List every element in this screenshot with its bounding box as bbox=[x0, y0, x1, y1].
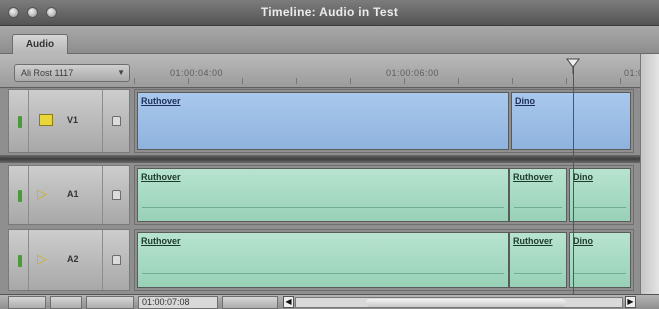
track-lane-a2[interactable]: Ruthover Ruthover Dino bbox=[134, 229, 634, 291]
track-header-a2: ▷ A2 bbox=[8, 229, 130, 291]
clip-name: Ruthover bbox=[513, 236, 553, 246]
clip-name: Ruthover bbox=[513, 172, 553, 182]
video-audio-divider[interactable] bbox=[0, 155, 640, 163]
lock-icon[interactable] bbox=[112, 255, 121, 265]
track-label: V1 bbox=[67, 115, 79, 125]
track-v1: V1 Ruthover Dino bbox=[0, 89, 640, 153]
clip[interactable]: Ruthover bbox=[137, 232, 509, 288]
clip-name: Dino bbox=[515, 96, 535, 106]
clip-name: Ruthover bbox=[141, 172, 181, 182]
track-header-v1: V1 bbox=[8, 89, 130, 153]
destination-indicator[interactable] bbox=[18, 190, 22, 202]
track-label: A1 bbox=[67, 189, 79, 199]
tab-bar: Audio bbox=[0, 26, 659, 54]
track-height-button[interactable] bbox=[8, 296, 46, 309]
clip[interactable]: Dino bbox=[569, 168, 631, 222]
scroll-thumb[interactable] bbox=[366, 299, 566, 307]
ruler-timecode: 01:00:06:00 bbox=[386, 68, 440, 78]
scroll-right-icon[interactable]: ▶ bbox=[625, 296, 636, 308]
vertical-scroll-strip[interactable] bbox=[640, 54, 659, 294]
speaker-icon[interactable]: ▷ bbox=[37, 186, 47, 202]
clip[interactable]: Dino bbox=[511, 92, 631, 150]
track-header-a1: ▷ A1 bbox=[8, 165, 130, 225]
timeline-footer: 01:00:07:08 ◀ ▶ bbox=[0, 294, 659, 309]
zoom-control[interactable] bbox=[222, 296, 278, 309]
track-a2: ▷ A2 Ruthover Ruthover Dino bbox=[0, 229, 640, 291]
horizontal-scrollbar[interactable] bbox=[295, 297, 623, 308]
ruler-timecode: 01:00:04:00 bbox=[170, 68, 224, 78]
title-bar: Timeline: Audio in Test bbox=[0, 0, 659, 26]
track-lane-v1[interactable]: Ruthover Dino bbox=[134, 89, 634, 153]
snapping-button[interactable] bbox=[50, 296, 82, 309]
clip[interactable]: Ruthover bbox=[137, 168, 509, 222]
sequence-selector-value: Ali Rost 1117 bbox=[21, 68, 74, 78]
lock-icon[interactable] bbox=[112, 190, 121, 200]
speaker-icon[interactable]: ▷ bbox=[37, 251, 47, 267]
playhead-handle-icon[interactable] bbox=[566, 58, 580, 74]
destination-indicator[interactable] bbox=[18, 255, 22, 267]
clip-name: Dino bbox=[573, 172, 593, 182]
track-lane-a1[interactable]: Ruthover Ruthover Dino bbox=[134, 165, 634, 225]
lock-icon[interactable] bbox=[112, 116, 121, 126]
clip-name: Dino bbox=[573, 236, 593, 246]
clip[interactable]: Dino bbox=[569, 232, 631, 288]
destination-indicator[interactable] bbox=[18, 116, 22, 128]
window-title: Timeline: Audio in Test bbox=[260, 5, 399, 19]
ruler-row: Ali Rost 1117 ▼ 01:00:04:00 01:00:06:00 … bbox=[0, 54, 659, 88]
video-toggle-icon[interactable] bbox=[39, 114, 53, 126]
track-a1: ▷ A1 Ruthover Ruthover Dino bbox=[0, 165, 640, 225]
clip[interactable]: Ruthover bbox=[509, 168, 567, 222]
track-label: A2 bbox=[67, 254, 79, 264]
timeline-tracks: V1 Ruthover Dino ▷ A1 Ruthover Ruthover … bbox=[0, 89, 640, 294]
clip[interactable]: Ruthover bbox=[509, 232, 567, 288]
chevron-down-icon: ▼ bbox=[117, 68, 125, 77]
scroll-left-icon[interactable]: ◀ bbox=[283, 296, 294, 308]
clip-name: Ruthover bbox=[141, 96, 181, 106]
zoom-slider[interactable] bbox=[86, 296, 134, 309]
current-timecode-field[interactable]: 01:00:07:08 bbox=[138, 296, 218, 309]
tab-audio[interactable]: Audio bbox=[12, 34, 68, 54]
clip-name: Ruthover bbox=[141, 236, 181, 246]
clip[interactable]: Ruthover bbox=[137, 92, 509, 150]
sequence-selector[interactable]: Ali Rost 1117 ▼ bbox=[14, 64, 130, 82]
playhead[interactable] bbox=[573, 62, 574, 294]
